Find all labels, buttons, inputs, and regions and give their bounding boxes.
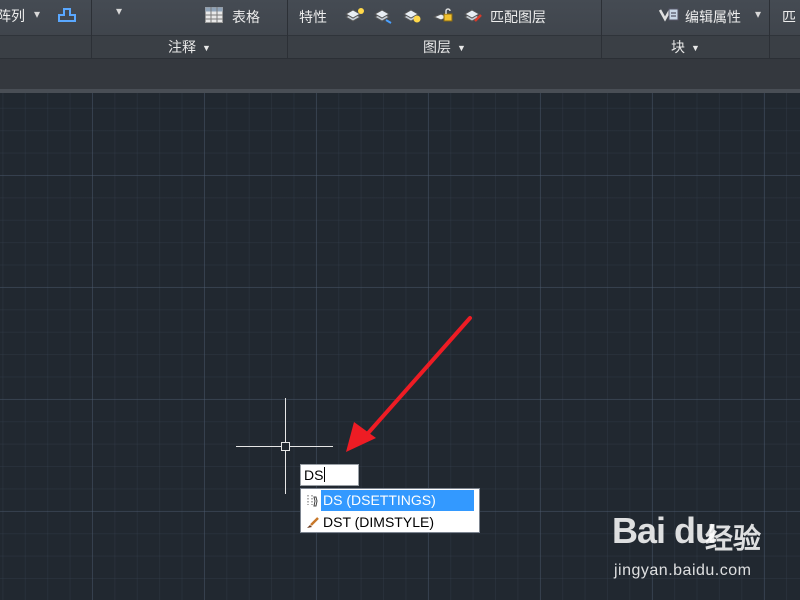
panel-title-block-label: 块	[671, 39, 686, 55]
watermark-url: jingyan.baidu.com	[614, 562, 752, 579]
edit-attributes-button[interactable]: 编辑属性	[685, 7, 741, 27]
dynamic-command-input[interactable]: DS	[300, 464, 359, 486]
dimstyle-brush-icon	[307, 517, 319, 528]
layer-freeze-icon[interactable]	[402, 5, 424, 25]
match-properties-button[interactable]: 匹	[782, 7, 796, 27]
table-button[interactable]: 表格	[232, 7, 260, 27]
array-dropdown-icon[interactable]: ▾	[34, 7, 40, 21]
suggestion-item-dsettings[interactable]: DS (DSETTINGS)	[301, 490, 479, 511]
ribbon-panel-layers: 特性 匹配图层 图层 ▼	[288, 0, 602, 58]
match-layer-button[interactable]: 匹配图层	[490, 7, 546, 27]
chevron-down-icon: ▼	[202, 43, 211, 53]
ribbon-panel-annotation: ▾ 表格 注释 ▼	[92, 0, 288, 58]
chevron-down-icon: ▼	[457, 43, 466, 53]
pickbox-icon	[281, 442, 290, 451]
watermark-cn: 经验	[705, 523, 762, 554]
text-cursor	[324, 467, 326, 482]
edit-attributes-icon	[658, 8, 679, 22]
panel-title-layers-label: 图层	[423, 39, 452, 55]
table-icon	[205, 7, 223, 23]
annotation-arrow	[346, 316, 472, 452]
ribbon-panel-utilities: 匹	[770, 0, 800, 58]
edit-attributes-dropdown-icon[interactable]: ▾	[755, 7, 761, 21]
panel-title-utilities[interactable]	[770, 35, 800, 58]
suggestion-label: DST (DIMSTYLE)	[323, 514, 434, 530]
panel-title-block[interactable]: 块 ▼	[602, 35, 769, 58]
drafting-settings-icon	[307, 495, 318, 507]
panel-title-layers[interactable]: 图层 ▼	[288, 35, 601, 58]
chevron-down-icon: ▼	[691, 43, 700, 53]
ribbon: 阵列 ▾ ▾ 表格 注释 ▼ 特性 匹配图层 图层 ▼ 编辑属性 ▾ 块 ▼ 匹	[0, 0, 800, 59]
command-input-value: DS	[304, 467, 324, 483]
layer-on-icon[interactable]	[344, 5, 366, 25]
layer-properties-button[interactable]: 特性	[299, 7, 327, 27]
command-suggestion-list: DS (DSETTINGS) DST (DIMSTYLE)	[300, 488, 480, 533]
layer-isolate-icon[interactable]	[373, 5, 395, 25]
baidu-watermark: Bai du 经验 jingyan.baidu.com	[612, 510, 797, 590]
panel-title-annotation[interactable]: 注释 ▼	[92, 35, 287, 58]
panel-title-modify[interactable]	[0, 35, 91, 58]
panel-title-annotation-label: 注释	[168, 39, 197, 55]
array-button[interactable]: 阵列	[0, 6, 25, 26]
match-layer-icon	[463, 9, 482, 22]
suggestion-label: DS (DSETTINGS)	[321, 490, 474, 511]
explode-icon[interactable]	[56, 5, 78, 25]
layer-lock-icon[interactable]	[432, 5, 454, 25]
ribbon-panel-modify: 阵列 ▾	[0, 0, 92, 58]
text-dropdown-icon[interactable]: ▾	[116, 4, 122, 18]
suggestion-item-dimstyle[interactable]: DST (DIMSTYLE)	[301, 512, 479, 533]
ribbon-panel-block: 编辑属性 ▾ 块 ▼	[602, 0, 770, 58]
watermark-logo: Bai du	[612, 510, 717, 551]
drawing-tabs-bar	[0, 59, 800, 90]
